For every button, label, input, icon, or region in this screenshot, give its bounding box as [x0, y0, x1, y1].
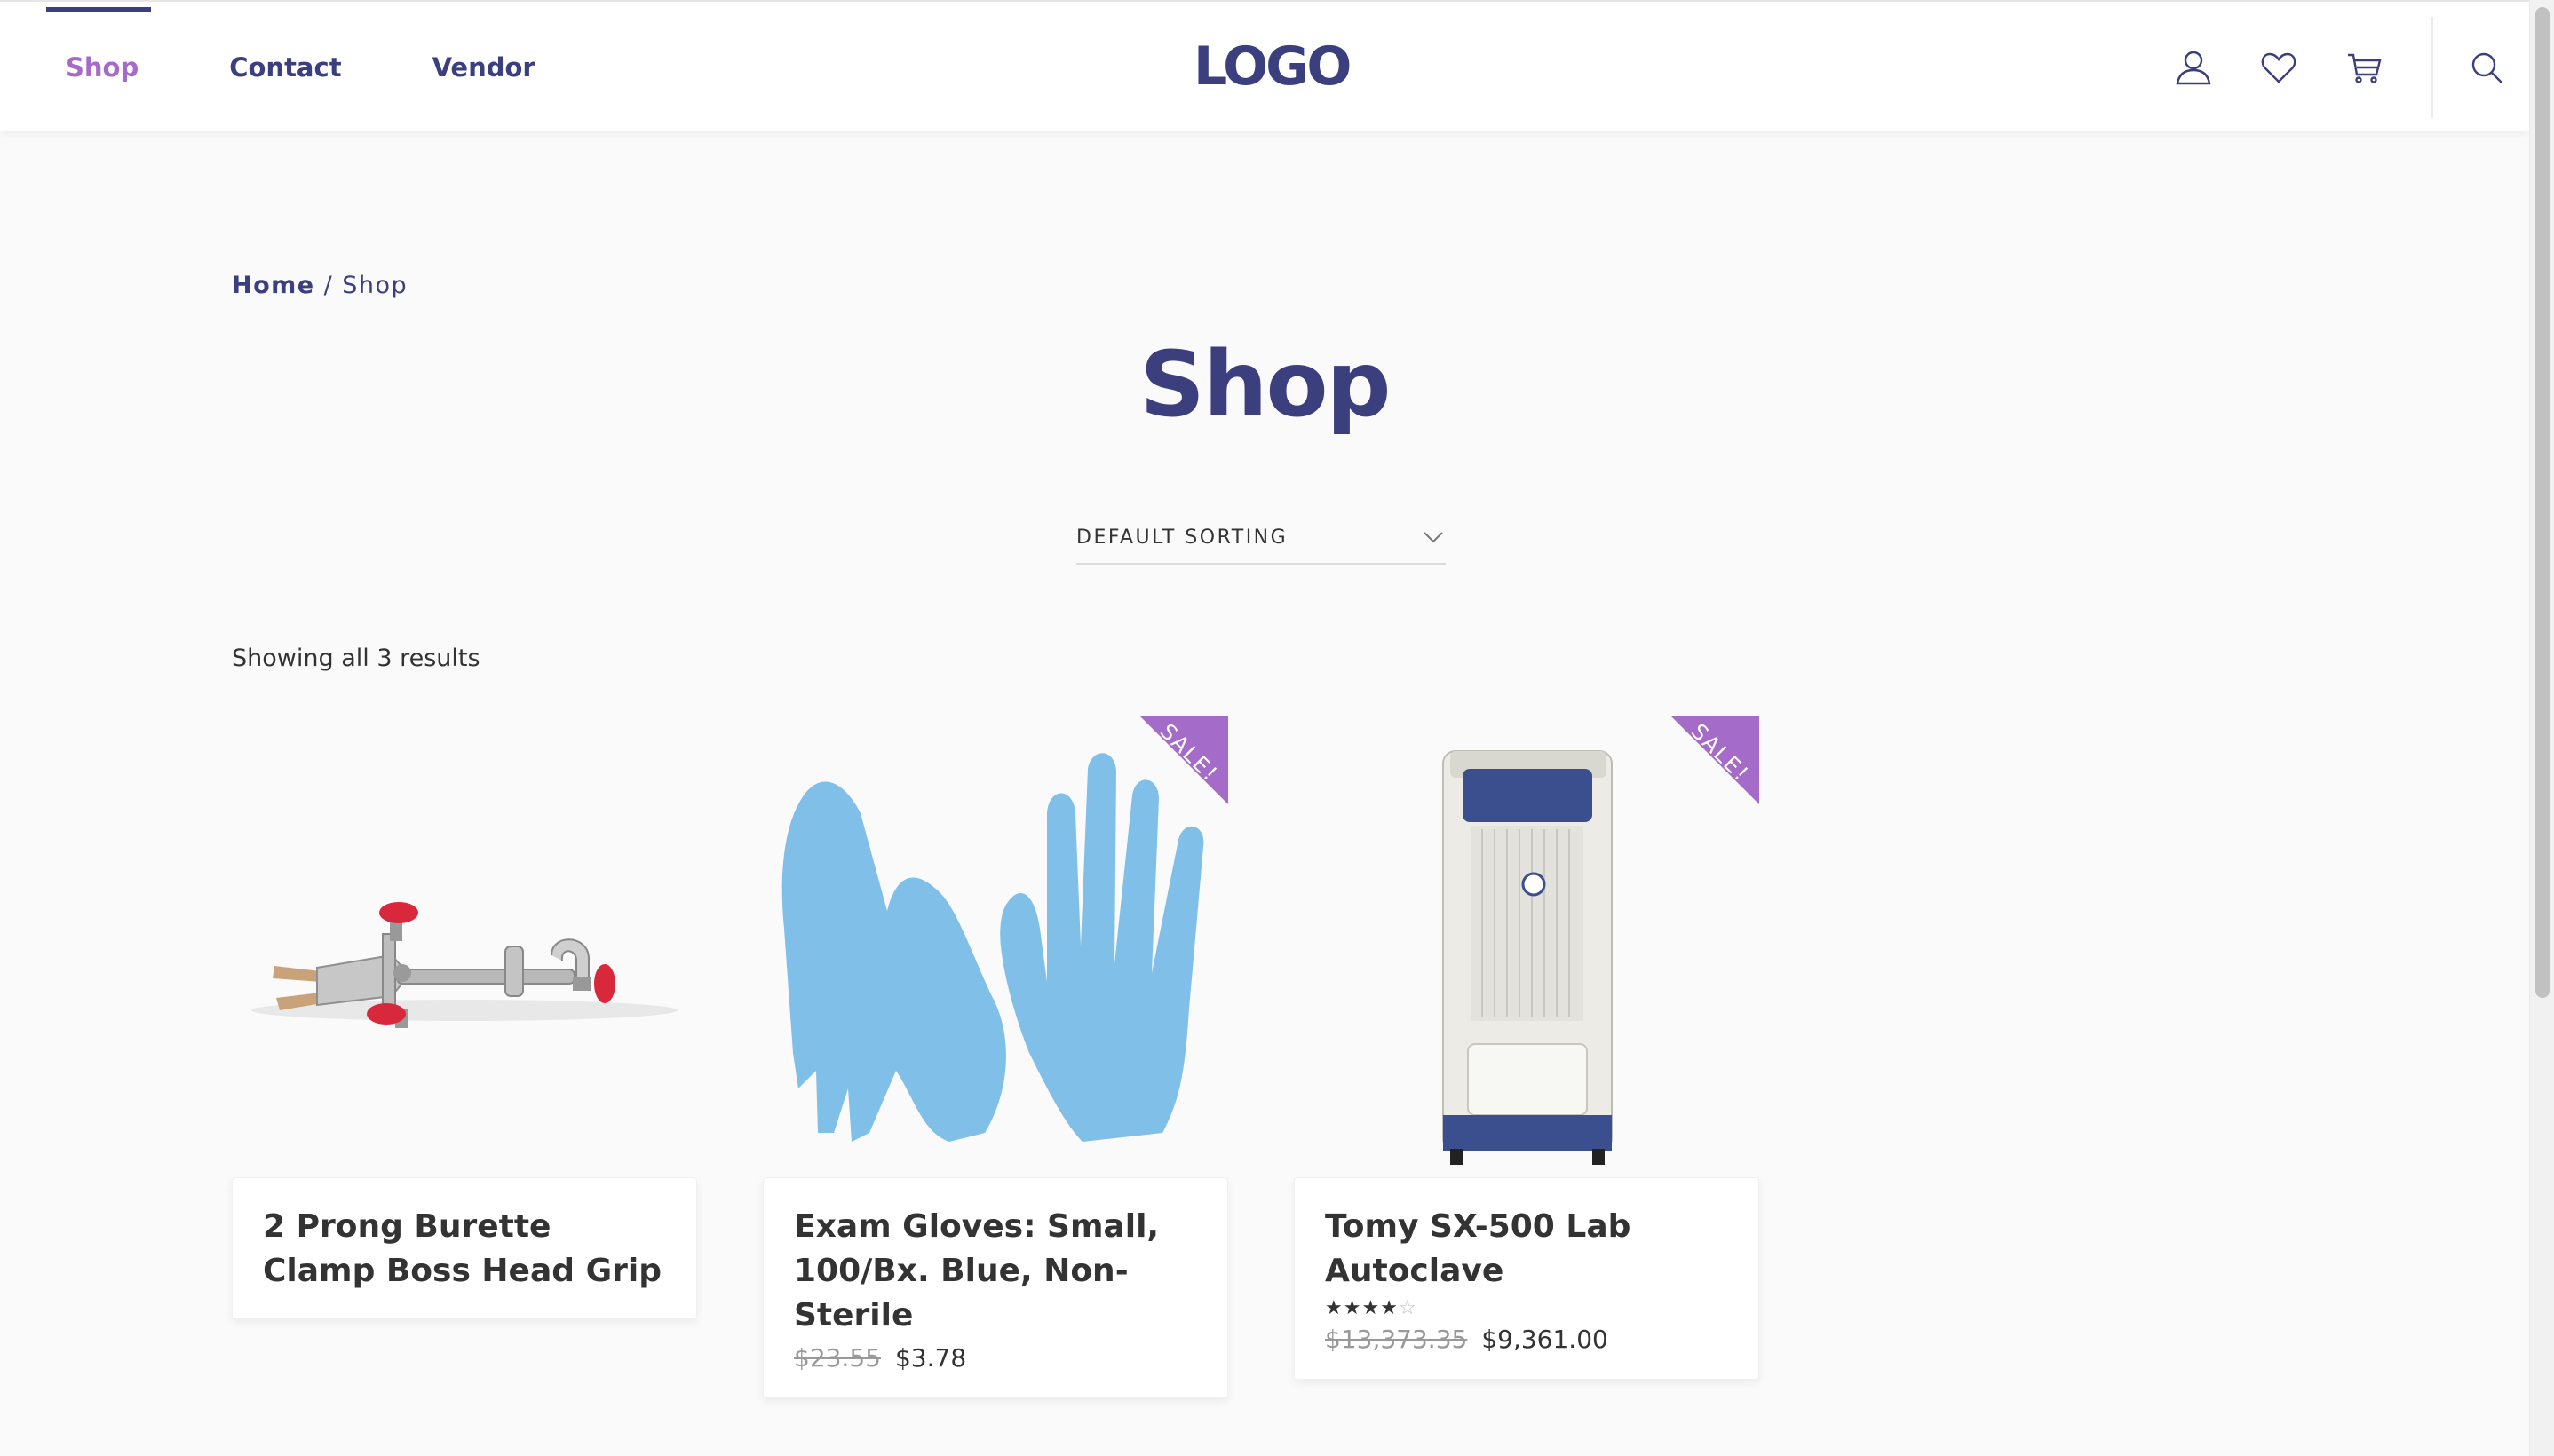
star-rating: ★★★★☆ [1325, 1297, 1728, 1319]
burette-clamp-image [251, 902, 678, 1028]
site-header: Shop Contact Vendor LOGO [0, 0, 2529, 131]
breadcrumb: Home / Shop [232, 272, 408, 299]
star-filled-icon: ★ [1343, 1297, 1362, 1319]
product-title[interactable]: Exam Gloves: Small, 100/Bx. Blue, Non-St… [794, 1205, 1197, 1338]
sale-badge: SALE! [1670, 716, 1759, 804]
product-card[interactable]: SALE! Tomy SX-500 Lab Autoclave ★★★★☆ $1… [1294, 716, 1759, 1380]
sorting-select-value: DEFAULT SORTING [1076, 526, 1289, 549]
page-title: Shop [1139, 332, 1391, 438]
breadcrumb-current: Shop [342, 272, 408, 299]
search-icon[interactable] [2463, 44, 2510, 91]
product-card[interactable]: 2 Prong Burette Clamp Boss Head Grip [232, 716, 697, 1319]
user-icon[interactable] [2170, 44, 2217, 91]
chevron-down-icon [1424, 532, 1443, 543]
product-info: Exam Gloves: Small, 100/Bx. Blue, Non-St… [763, 1177, 1228, 1398]
old-price: $13,373.35 [1325, 1325, 1468, 1354]
site-logo[interactable]: LOGO [1194, 36, 1352, 98]
product-image[interactable] [232, 716, 697, 1177]
sale-badge: SALE! [1139, 716, 1228, 804]
product-info: 2 Prong Burette Clamp Boss Head Grip [232, 1177, 697, 1319]
breadcrumb-home[interactable]: Home [232, 272, 315, 299]
sorting-select[interactable]: DEFAULT SORTING [1076, 511, 1446, 565]
product-image[interactable]: SALE! [1294, 716, 1759, 1177]
cart-icon[interactable] [2341, 44, 2387, 91]
result-count: Showing all 3 results [232, 645, 480, 672]
star-filled-icon: ★ [1361, 1297, 1381, 1319]
breadcrumb-separator: / [323, 272, 334, 299]
product-info: Tomy SX-500 Lab Autoclave ★★★★☆ $13,373.… [1294, 1177, 1759, 1380]
product-title[interactable]: 2 Prong Burette Clamp Boss Head Grip [263, 1205, 666, 1294]
product-price: $13,373.35 $9,361.00 [1325, 1325, 1728, 1354]
star-empty-icon: ☆ [1398, 1297, 1417, 1319]
header-divider [2431, 17, 2433, 118]
header-actions [2151, 2, 2529, 133]
star-filled-icon: ★ [1380, 1297, 1399, 1319]
nav-item-contact[interactable]: Contact [210, 2, 361, 133]
page-scrollbar[interactable] [2529, 0, 2554, 1456]
product-price: $23.55 $3.78 [794, 1343, 1197, 1373]
nav-item-vendor[interactable]: Vendor [413, 2, 555, 133]
sale-price: $3.78 [894, 1343, 967, 1373]
sale-price: $9,361.00 [1481, 1325, 1608, 1354]
nav-item-shop[interactable]: Shop [46, 2, 158, 133]
scrollbar-thumb[interactable] [2535, 7, 2550, 998]
main-nav: Shop Contact Vendor [46, 2, 607, 133]
star-filled-icon: ★ [1325, 1297, 1344, 1319]
old-price: $23.55 [794, 1343, 881, 1373]
product-image[interactable]: SALE! [763, 716, 1228, 1177]
product-card[interactable]: SALE! Exam Gloves: Small, 100/Bx. Blue, … [763, 716, 1228, 1398]
heart-icon[interactable] [2256, 44, 2302, 91]
product-title[interactable]: Tomy SX-500 Lab Autoclave [1325, 1205, 1728, 1294]
